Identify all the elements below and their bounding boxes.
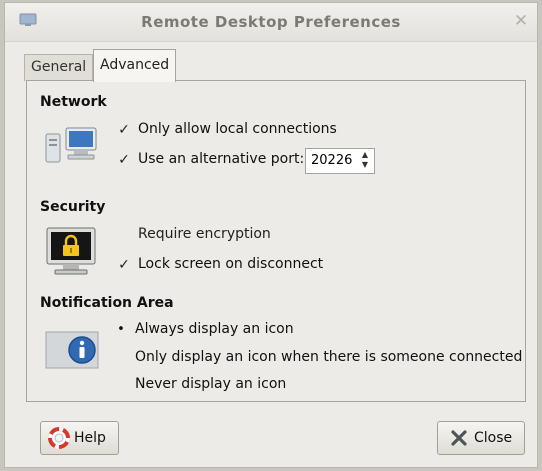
network-heading: Network bbox=[40, 94, 107, 110]
info-icon bbox=[45, 331, 99, 369]
spin-arrows-icon[interactable]: ▲ ▼ bbox=[358, 150, 372, 172]
monitor-lock-icon bbox=[46, 227, 96, 275]
checkmark-icon: ✓ bbox=[118, 257, 130, 273]
radio-empty-icon bbox=[114, 378, 128, 392]
radio-selected-icon: • bbox=[117, 322, 125, 337]
network-computers-icon bbox=[45, 127, 97, 163]
close-button[interactable]: Close bbox=[437, 421, 525, 455]
tab-general[interactable]: General bbox=[24, 54, 94, 81]
empty-checkbox-icon bbox=[117, 228, 131, 242]
help-button[interactable]: Help bbox=[40, 421, 119, 455]
notification-heading: Notification Area bbox=[40, 295, 174, 311]
lifebuoy-icon bbox=[48, 427, 70, 449]
window-title: Remote Desktop Preferences bbox=[141, 13, 401, 31]
tab-advanced[interactable]: Advanced bbox=[93, 49, 177, 82]
close-x-icon bbox=[451, 430, 467, 446]
checkmark-icon: ✓ bbox=[118, 122, 130, 138]
checkmark-icon: ✓ bbox=[118, 152, 130, 168]
title-bar[interactable]: Remote Desktop Preferences ✕ bbox=[5, 3, 537, 42]
window-close-button[interactable]: ✕ bbox=[511, 11, 531, 31]
radio-empty-icon bbox=[114, 351, 128, 365]
security-heading: Security bbox=[40, 199, 106, 215]
